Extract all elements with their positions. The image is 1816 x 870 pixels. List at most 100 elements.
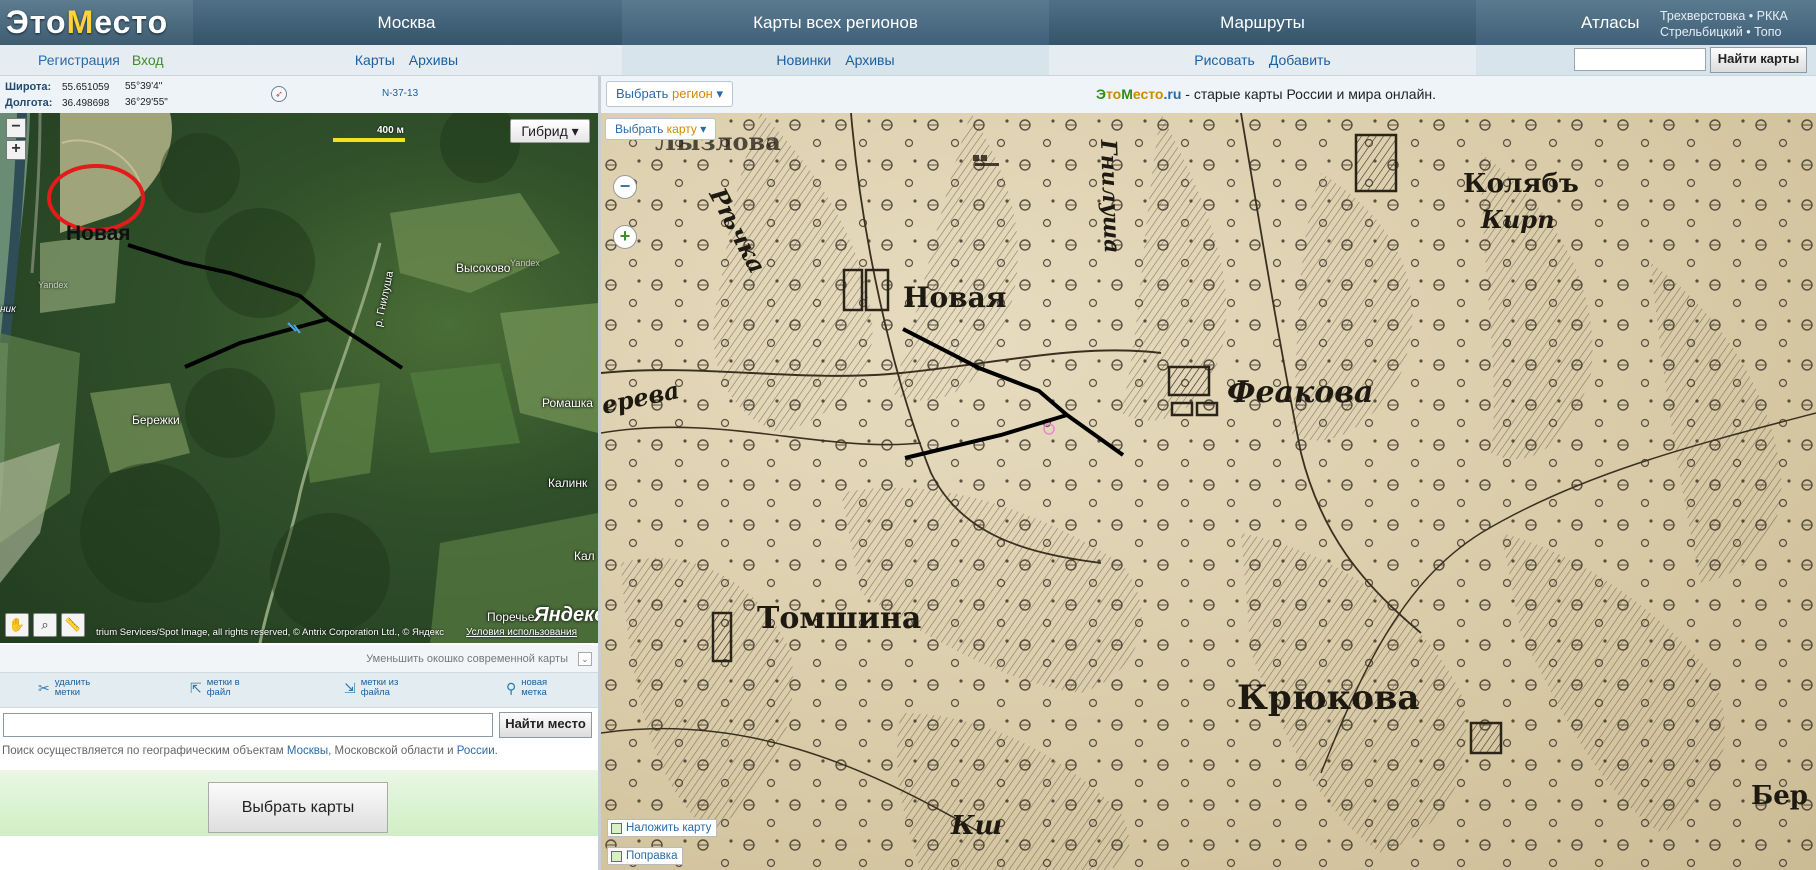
sub-navigation: Карты Архивы Новинки Архивы Рисовать Доб… xyxy=(0,45,1816,76)
new-marker-button[interactable]: ⚲ новая метка xyxy=(506,678,547,698)
atlas-link-row-1[interactable]: Трехверстовка • РККА xyxy=(1660,8,1788,24)
oldmap-label-feakova: Феакова xyxy=(1227,375,1374,410)
ruler-icon[interactable]: 📏 xyxy=(61,613,85,637)
satellite-map[interactable]: − + 400 м Гибрид ▾ Новая Высоково р. Гни… xyxy=(0,113,598,643)
oldmap-label-kryukova: Крюкова xyxy=(1237,678,1420,718)
site-tagline: ЭтоМесто.ru - старые карты России и мира… xyxy=(1096,86,1437,102)
markers-from-file-label: метки из файла xyxy=(360,677,399,698)
label-kalinka: Калинк xyxy=(548,476,588,490)
oldmap-label-tomshina: Томшина xyxy=(757,601,922,636)
zoom-in-button[interactable]: + xyxy=(6,140,26,160)
coordinates-panel: Широта: 55.651059 55°39'4" Долгота: 36.4… xyxy=(0,76,598,114)
latitude-dms: 55°39'4" xyxy=(125,81,163,92)
longitude-dms: 36°29'55" xyxy=(125,97,168,108)
scale-bar xyxy=(333,138,405,142)
shrink-map-label: Уменьшить окошко современной карты xyxy=(366,653,568,665)
adjust-icon xyxy=(611,850,622,862)
subnav-maps[interactable]: Карты xyxy=(355,52,395,68)
left-panel-footer xyxy=(0,836,598,870)
export-icon: ⇱ xyxy=(190,680,202,696)
register-link[interactable]: Регистрация xyxy=(38,52,120,68)
chevron-down-icon: ▾ xyxy=(700,122,707,136)
marker-toolbar: ✂ удалить метки ⇱ метки в файл ⇲ метки из ф… xyxy=(0,672,598,708)
atlas-sublinks: Трехверстовка • РККА Стрельбицкий • Топо xyxy=(1660,8,1788,40)
site-logo[interactable]: ЭтоМесто xyxy=(0,0,193,45)
label-vysokovo: Высоково xyxy=(456,261,511,275)
find-place-button[interactable]: Найти место xyxy=(499,712,592,738)
delete-markers-label: удалить метки xyxy=(54,677,91,698)
label-novaya: Новая xyxy=(66,222,131,245)
map-search-input[interactable] xyxy=(1574,48,1706,71)
auth-links: Регистрация Вход xyxy=(38,45,164,75)
terms-link[interactable]: Условия использования xyxy=(466,627,577,638)
label-berezhki: Бережки xyxy=(132,413,180,427)
atlases-label: Атласы xyxy=(1581,12,1640,32)
map-type-label: Гибрид xyxy=(521,123,568,139)
overlay-map-button[interactable]: Наложить карту xyxy=(607,819,718,837)
compass-icon[interactable]: ➶ xyxy=(271,86,287,102)
historical-map[interactable]: Новая Феакова Томшина Крюкова Колябъ Кир… xyxy=(601,113,1816,870)
longitude-label: Долгота: xyxy=(5,97,53,109)
label-kal: Кал xyxy=(574,549,595,563)
oldmap-label-kirp: Кирп xyxy=(1481,205,1555,234)
latitude-decimal: 55.651059 xyxy=(62,82,110,93)
nav-all-regions[interactable]: Карты всех регионов xyxy=(622,0,1049,45)
map-pin-icon: ⚲ xyxy=(506,680,517,696)
yandex-watermark-2: Yandex xyxy=(510,258,540,268)
oldmap-label-kolyab: Колябъ xyxy=(1463,169,1579,199)
longitude-decimal: 36.498698 xyxy=(62,98,110,109)
overlay-map-label: Наложить карту xyxy=(626,822,712,834)
logo-text: ЭтоМесто xyxy=(6,4,169,40)
search-note: Поиск осуществляется по географическим о… xyxy=(2,745,498,757)
satellite-imagery xyxy=(0,113,598,643)
markers-to-file-label: метки в файл xyxy=(206,677,240,698)
map-tools: ✋ ⌕ 📏 xyxy=(5,613,85,637)
hand-icon[interactable]: ✋ xyxy=(5,613,29,637)
subnav-archives-2[interactable]: Архивы xyxy=(845,52,894,68)
map-sheet-code[interactable]: N-37-13 xyxy=(382,88,418,99)
map-type-dropdown[interactable]: Гибрид ▾ xyxy=(510,119,590,143)
atlas-link-row-2[interactable]: Стрельбицкий • Топо xyxy=(1660,24,1788,40)
markers-to-file-button[interactable]: ⇱ метки в файл xyxy=(190,678,240,698)
subnav-add[interactable]: Добавить xyxy=(1269,52,1331,68)
label-nik: ник xyxy=(0,304,16,315)
label-poreche: Поречье xyxy=(487,610,535,624)
correction-label: Поправка xyxy=(626,850,678,862)
zoom-out-button-historical[interactable]: − xyxy=(613,175,637,199)
choose-region-button[interactable]: Выбрать регион ▾ xyxy=(606,81,734,107)
oldmap-label-ber: Бер xyxy=(1751,781,1808,811)
zoom-out-button[interactable]: − xyxy=(6,118,26,138)
choose-map-button[interactable]: Выбрать карту ▾ xyxy=(605,118,717,140)
import-icon: ⇲ xyxy=(344,680,356,696)
subnav-archives[interactable]: Архивы xyxy=(409,52,458,68)
shrink-map-bar[interactable]: Уменьшить окошко современной карты ⌄ xyxy=(0,645,598,672)
layers-icon xyxy=(611,822,622,834)
zoom-in-button-historical[interactable]: + xyxy=(613,225,637,249)
login-link[interactable]: Вход xyxy=(132,52,164,68)
new-marker-label: новая метка xyxy=(521,677,548,698)
find-maps-button[interactable]: Найти карты xyxy=(1710,47,1807,73)
chevron-down-icon: ▾ xyxy=(571,123,579,139)
subnav-news[interactable]: Новинки xyxy=(776,52,831,68)
nav-routes[interactable]: Маршруты xyxy=(1049,0,1476,45)
magnifier-icon[interactable]: ⌕ xyxy=(33,613,57,637)
oldmap-label-gniluscha: Гнилуша xyxy=(1095,139,1125,254)
subnav-draw[interactable]: Рисовать xyxy=(1194,52,1255,68)
delete-markers-button[interactable]: ✂ удалить метки xyxy=(38,678,90,698)
moscow-link[interactable]: Москвы xyxy=(287,745,328,757)
nav-moscow[interactable]: Москва xyxy=(193,0,620,45)
markers-from-file-button[interactable]: ⇲ метки из файла xyxy=(344,678,398,698)
chevron-down-icon: ▾ xyxy=(716,86,724,101)
place-search-input[interactable] xyxy=(3,713,493,737)
yandex-watermark: Yandex xyxy=(38,280,68,290)
collapse-icon[interactable]: ⌄ xyxy=(578,652,592,666)
correction-button[interactable]: Поправка xyxy=(607,847,684,865)
historical-map-drawing xyxy=(601,113,1816,870)
russia-link[interactable]: России xyxy=(457,745,495,757)
scale-label: 400 м xyxy=(377,125,404,136)
latitude-label: Широта: xyxy=(5,81,52,93)
oldmap-label-ksh: Кш xyxy=(951,811,1003,841)
choose-maps-button[interactable]: Выбрать карты xyxy=(208,782,388,833)
yandex-logo: Яндекс xyxy=(534,604,598,626)
map-copyright: trium Services/Spot Image, all rights re… xyxy=(96,627,444,638)
